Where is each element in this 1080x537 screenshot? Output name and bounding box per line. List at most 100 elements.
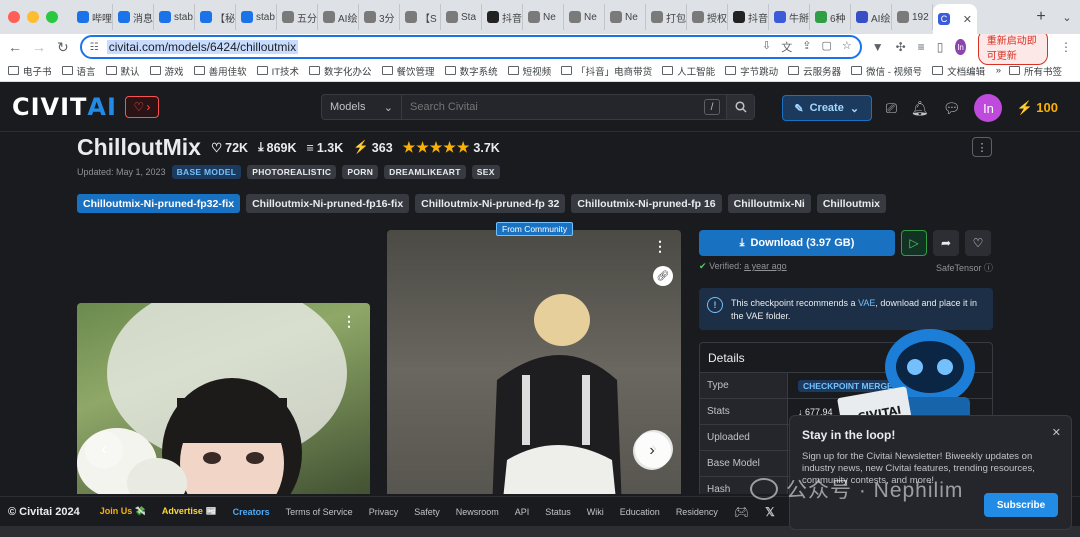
forward-arrow-icon[interactable]: →	[32, 39, 46, 55]
image-menu-dots-icon[interactable]: ⋮	[342, 313, 356, 330]
version-tab[interactable]: Chilloutmix-Ni-pruned-fp16-fix	[246, 194, 410, 213]
bookmark-folder[interactable]: 电子书	[8, 64, 52, 78]
bookmark-star-icon[interactable]: ☆	[842, 39, 852, 55]
bookmark-folder[interactable]: 「抖音」电商带货	[561, 64, 652, 78]
version-tab[interactable]: Chilloutmix-Ni	[727, 194, 811, 213]
footer-join-us[interactable]: Join Us 💸	[100, 506, 146, 517]
browser-tab[interactable]: 【秘	[195, 4, 236, 30]
tab-search-chevron-icon[interactable]: ⌄	[1054, 11, 1080, 24]
subscribe-button[interactable]: Subscribe	[984, 493, 1058, 517]
reload-icon[interactable]: ↻	[56, 39, 70, 56]
bookmark-folder[interactable]: IT技术	[256, 64, 299, 78]
footer-link[interactable]: Residency	[676, 507, 718, 517]
browser-tab[interactable]: 消息	[113, 4, 154, 30]
browser-tab[interactable]: 6种	[810, 4, 851, 30]
discord-icon[interactable]: 🎮︎	[734, 505, 749, 519]
browser-tab[interactable]: 打包	[646, 4, 687, 30]
browser-tab[interactable]: 192	[892, 4, 933, 30]
browser-tab[interactable]: AI绘	[851, 4, 892, 30]
create-button[interactable]: ✎ Create ⌄	[781, 95, 872, 121]
x-twitter-icon[interactable]: 𝕏	[765, 505, 775, 519]
run-button[interactable]: ▷	[901, 230, 927, 256]
next-image-button-2[interactable]: ›	[633, 432, 671, 470]
support-heart-button[interactable]: ♡ ›	[124, 95, 159, 118]
version-tab[interactable]: Chilloutmix-Ni-pruned-fp32-fix	[77, 194, 241, 213]
browser-tab[interactable]: Sta	[441, 4, 482, 30]
search-button[interactable]	[726, 95, 754, 119]
close-window-button[interactable]	[8, 11, 20, 23]
browser-tab[interactable]: 抖音	[482, 4, 523, 30]
buzz-balance[interactable]: ⚡ 100	[1016, 100, 1058, 116]
site-info-icon[interactable]: ☷	[90, 42, 99, 53]
image-menu-dots-icon[interactable]: ⋮	[653, 238, 667, 255]
browser-tab-active[interactable]: C ✕	[933, 4, 977, 34]
bookmark-folder[interactable]: 语言	[61, 64, 96, 78]
all-bookmarks-folder[interactable]: 所有书签	[1008, 64, 1062, 78]
version-tab[interactable]: Chilloutmix	[816, 194, 886, 213]
bookmark-folder[interactable]: 微信 - 视频号	[851, 64, 922, 78]
bookmark-folder[interactable]: 数字化办公	[309, 64, 372, 78]
restart-update-button[interactable]: 重新启动即可更新	[977, 29, 1048, 65]
footer-link[interactable]: Terms of Service	[286, 507, 353, 517]
media-icon[interactable]: ≡	[918, 40, 925, 54]
gallery-image-left[interactable]: ⋮ ‹	[77, 303, 370, 494]
civitai-logo[interactable]: CIVITAI	[12, 93, 117, 121]
prev-image-button[interactable]: ‹	[85, 431, 123, 469]
browser-tab[interactable]: 授权	[687, 4, 728, 30]
bookmark-folder[interactable]: 默认	[105, 64, 140, 78]
favorite-button[interactable]: ♡	[965, 230, 991, 256]
browser-tab[interactable]: 牛掰	[769, 4, 810, 30]
footer-link[interactable]: Newsroom	[456, 507, 499, 517]
bookmark-folder[interactable]: 文档编辑	[932, 64, 985, 78]
bookmark-folder[interactable]: 云服务器	[788, 64, 841, 78]
browser-tab[interactable]: 抖音	[728, 4, 769, 30]
version-tab[interactable]: Chilloutmix-Ni-pruned-fp 32	[415, 194, 566, 213]
model-menu-button[interactable]: ⋮	[972, 137, 992, 157]
verified-time[interactable]: a year ago	[744, 261, 787, 271]
likes-stat[interactable]: ♡ 72K	[211, 140, 248, 156]
buzz-stat[interactable]: ⚡ 363	[353, 140, 392, 155]
puzzle-icon[interactable]: ✣	[896, 40, 906, 54]
extension-v-icon[interactable]: ▼	[872, 40, 884, 54]
tab-close-icon[interactable]: ✕	[963, 13, 972, 26]
version-tab[interactable]: Chilloutmix-Ni-pruned-fp 16	[571, 194, 722, 213]
link-icon[interactable]: 🔗︎	[653, 266, 673, 286]
bookmark-folder[interactable]: 数字系统	[444, 64, 498, 78]
browser-tab[interactable]: Ne	[523, 4, 564, 30]
download-button[interactable]: ⤓ Download (3.97 GB)	[699, 230, 895, 256]
install-app-icon[interactable]: ⇩	[762, 39, 771, 55]
vae-link[interactable]: VAE	[858, 298, 875, 308]
sidepanel-icon[interactable]: ▯	[937, 40, 944, 54]
back-arrow-icon[interactable]: ←	[8, 39, 22, 55]
search-scope-select[interactable]: Models ⌄	[322, 95, 402, 119]
footer-link[interactable]: Education	[620, 507, 660, 517]
bookmark-folder[interactable]: 游戏	[149, 64, 184, 78]
zoom-window-button[interactable]	[46, 11, 58, 23]
url-text[interactable]: civitai.com/models/6424/chilloutmix	[106, 40, 299, 54]
bookmark-folder[interactable]: 字节跳动	[725, 64, 778, 78]
browser-tab[interactable]: stab	[154, 4, 195, 30]
browser-tab[interactable]: 哔哩	[72, 4, 113, 30]
tag-badge[interactable]: DREAMLIKEART	[384, 165, 466, 179]
minimize-window-button[interactable]	[27, 11, 39, 23]
browser-tab[interactable]: 3分	[359, 4, 400, 30]
upload-monitor-icon[interactable]: ⎚	[886, 100, 897, 117]
rating-stat[interactable]: ★★★★★ 3.7K	[403, 139, 500, 156]
bookmark-folder[interactable]: 短视频	[507, 64, 551, 78]
footer-creators[interactable]: Creators	[233, 507, 270, 517]
new-tab-button[interactable]: +	[1028, 8, 1054, 26]
bell-icon[interactable]: 🔔︎	[911, 100, 929, 117]
browser-tab[interactable]: stab	[236, 4, 277, 30]
menu-dots-icon[interactable]: ⋮	[1060, 40, 1072, 54]
extension-icon[interactable]: ▢	[821, 39, 831, 55]
browser-tab[interactable]: 五分	[277, 4, 318, 30]
footer-link[interactable]: Wiki	[587, 507, 604, 517]
user-avatar[interactable]: In	[974, 94, 1003, 122]
tag-badge[interactable]: PHOTOREALISTIC	[247, 165, 337, 179]
browser-tab[interactable]: AI绘	[318, 4, 359, 30]
translate-icon[interactable]: 文	[781, 39, 792, 55]
browser-tab[interactable]: Ne	[605, 4, 646, 30]
info-circle-icon[interactable]: ⓘ	[984, 263, 993, 273]
chat-icon[interactable]: 💬︎	[943, 100, 961, 117]
footer-link[interactable]: Privacy	[369, 507, 399, 517]
